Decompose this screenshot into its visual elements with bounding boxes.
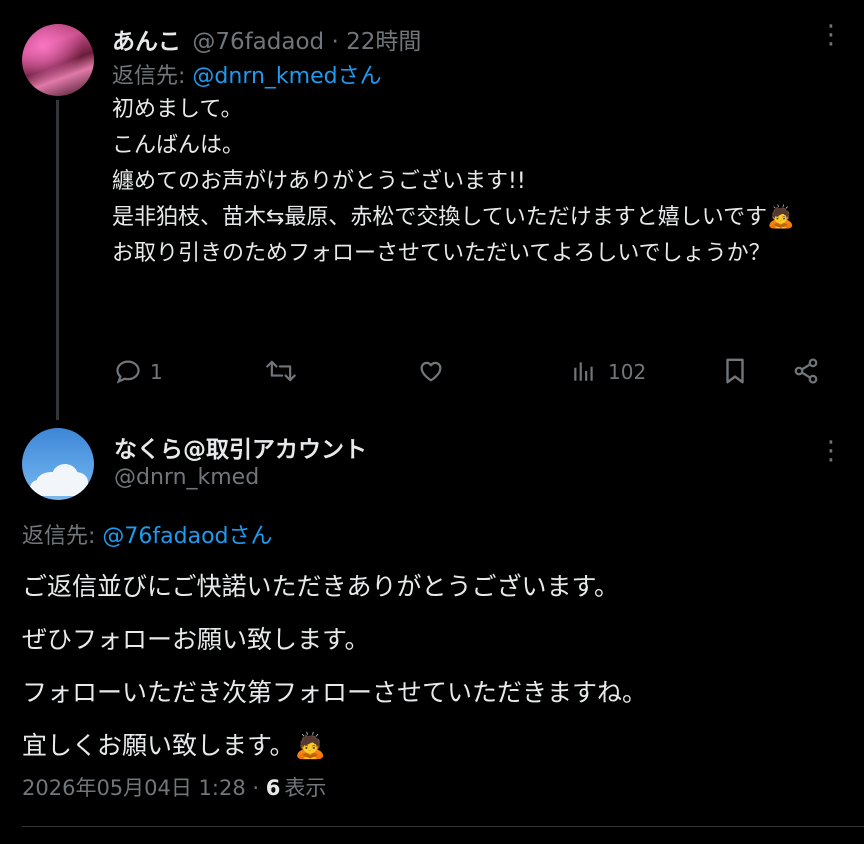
reply-to-link[interactable]: @dnrn_kmedさん	[192, 64, 381, 89]
reply-to-link[interactable]: @76fadaodさん	[102, 524, 272, 549]
author-name-row: なくら@取引アカウント	[114, 430, 367, 464]
author-name[interactable]: なくら@取引アカウント	[114, 437, 367, 463]
more-icon[interactable]: ⋮	[818, 438, 844, 464]
author-handle[interactable]: @dnrn_kmed	[114, 465, 259, 490]
retweet-icon[interactable]	[265, 357, 297, 385]
author-name[interactable]: あんこ	[112, 29, 181, 55]
timestamp[interactable]: 2026年05月04日 1:28 ·	[22, 776, 266, 800]
view-count: 102	[608, 360, 647, 384]
tweet-text: 初めまして。 こんばんは。 纏めてのお声がけありがとうございます!! 是非狛枝、…	[112, 97, 795, 266]
views-count: 6	[265, 776, 281, 800]
bookmark-icon[interactable]	[722, 356, 748, 386]
tweet1-header: あんこ @76fadaod · 22時間	[112, 22, 421, 56]
share-icon[interactable]	[792, 356, 820, 386]
more-icon[interactable]: ⋮	[818, 22, 844, 48]
reply-prefix: 返信先:	[22, 524, 103, 549]
timestamp-row: 2026年05月04日 1:28 · 6 表示	[22, 772, 326, 802]
reply-context: 返信先: @76fadaodさん	[22, 518, 273, 550]
views-icon[interactable]	[570, 358, 598, 384]
divider	[22, 826, 864, 827]
author-meta[interactable]: @76fadaod · 22時間	[192, 29, 421, 55]
views-label: 表示	[284, 776, 327, 800]
reply-count: 1	[150, 360, 163, 384]
like-icon[interactable]	[416, 357, 446, 385]
avatar[interactable]	[22, 428, 94, 500]
reply-icon[interactable]	[114, 357, 142, 385]
tweet-text: ご返信並びにご快諾いただきありがとうございます。 ぜひフォローお願い致します。 …	[22, 572, 648, 760]
avatar[interactable]	[22, 24, 94, 96]
thread-line	[56, 100, 59, 420]
reply-context: 返信先: @dnrn_kmedさん	[112, 58, 382, 90]
reply-prefix: 返信先:	[112, 64, 193, 89]
